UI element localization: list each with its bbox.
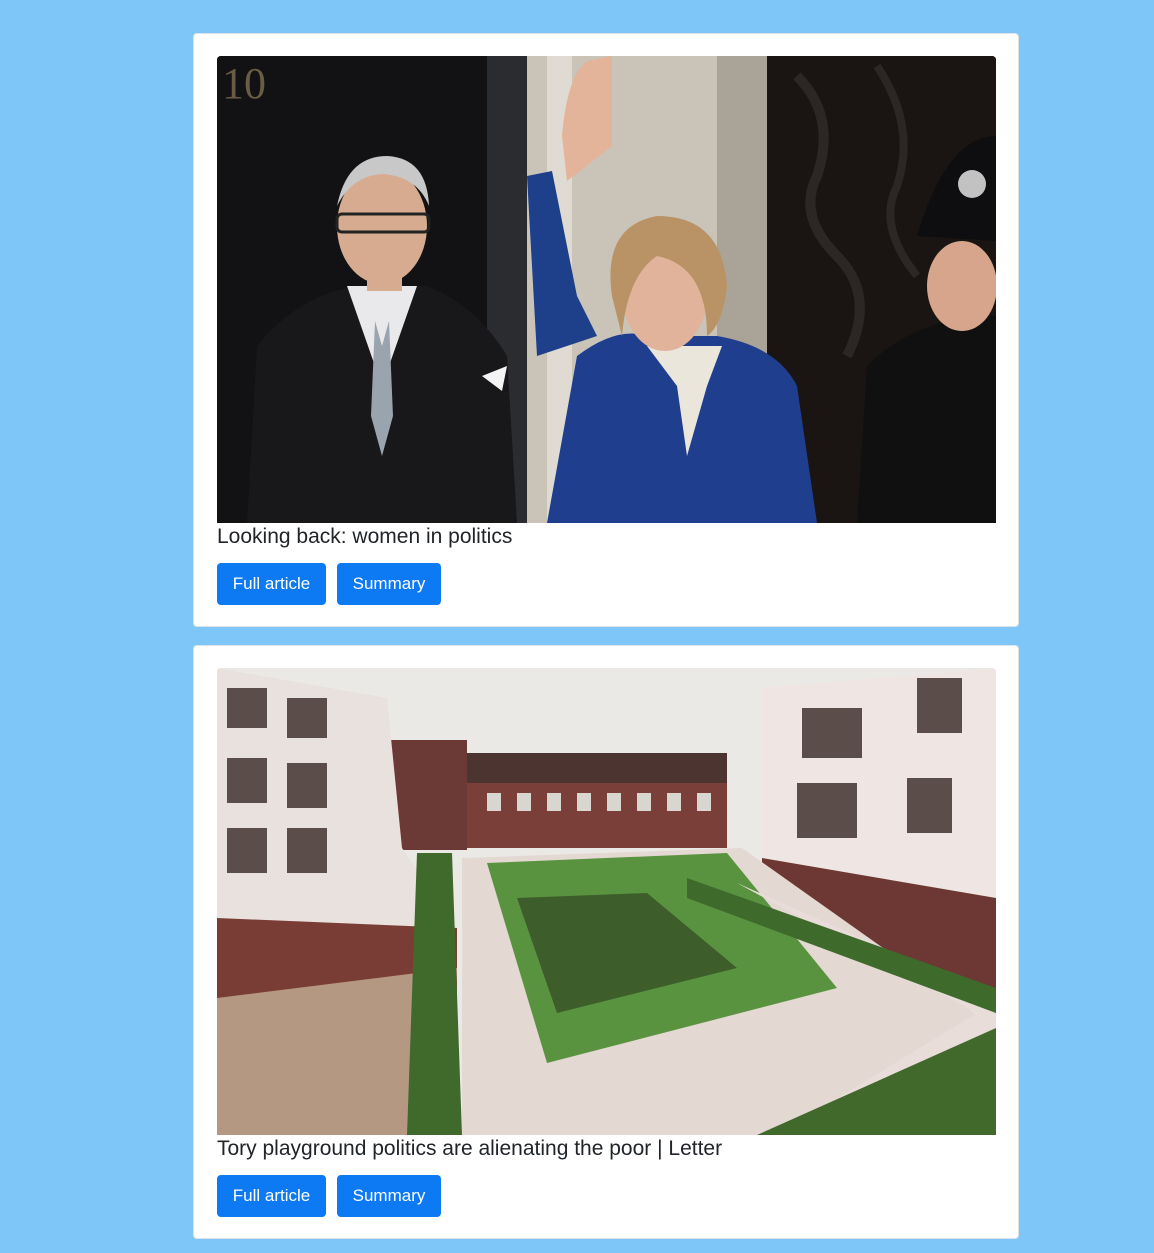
svg-text:10: 10 bbox=[222, 59, 266, 108]
full-article-button[interactable]: Full article bbox=[217, 1175, 326, 1217]
summary-button[interactable]: Summary bbox=[337, 563, 441, 605]
article-card: 10 Looking back: women in politics Full … bbox=[193, 33, 1019, 627]
article-title[interactable]: Looking back: women in politics bbox=[217, 523, 996, 551]
full-article-button[interactable]: Full article bbox=[217, 563, 326, 605]
article-card: Tory playground politics are alienating … bbox=[193, 645, 1019, 1239]
photo-housing-courtyard bbox=[217, 668, 996, 1135]
article-photo bbox=[217, 668, 996, 1135]
photo-couple-waving: 10 bbox=[217, 56, 996, 523]
article-title[interactable]: Tory playground politics are alienating … bbox=[217, 1135, 996, 1163]
summary-button[interactable]: Summary bbox=[337, 1175, 441, 1217]
article-photo: 10 bbox=[217, 56, 996, 523]
